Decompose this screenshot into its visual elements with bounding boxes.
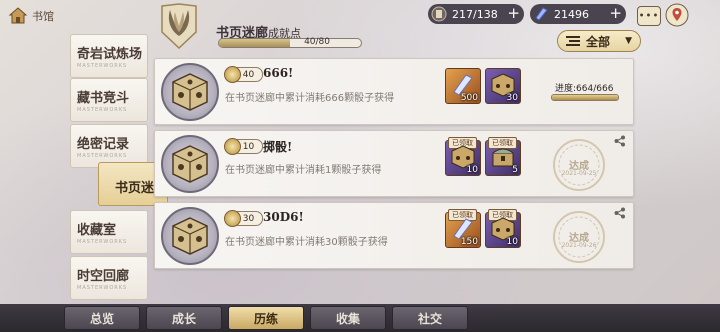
stamina-icon bbox=[431, 6, 447, 22]
home-button[interactable]: 书馆 bbox=[8, 4, 58, 28]
achievement-card[interactable]: 10 掷骰! 在书页迷廊中累计消耗1颗骰子获得 已领取 10 已领取 5 达成 … bbox=[154, 130, 634, 197]
progress-bar bbox=[551, 94, 619, 101]
sidebar-item-label: 奇岩试炼场 bbox=[77, 47, 143, 62]
reward-qty: 150 bbox=[460, 237, 478, 247]
coin-icon bbox=[224, 210, 241, 227]
reward-qty: 30 bbox=[506, 93, 518, 103]
completed-stamp: 达成 2021-09-25 bbox=[551, 137, 607, 193]
stamina-counter[interactable]: 217/138 + bbox=[428, 4, 524, 24]
sidebar-item-collection[interactable]: 收藏室 MASTERWORKS bbox=[70, 210, 148, 254]
progress-label: 进度:664/666 bbox=[555, 84, 614, 94]
reward-qty: 10 bbox=[506, 237, 518, 247]
add-stamina-icon[interactable]: + bbox=[507, 5, 520, 21]
filter-dropdown[interactable]: 全部 ▼ bbox=[557, 30, 641, 52]
tab-social[interactable]: 社交 bbox=[392, 306, 468, 330]
achievement-desc: 在书页迷廊中累计消耗1颗骰子获得 bbox=[225, 165, 382, 176]
chat-button[interactable]: ••• bbox=[637, 6, 661, 26]
chevron-down-icon: ▼ bbox=[625, 36, 632, 46]
sidebar-item-sub: MASTERWORKS bbox=[77, 153, 128, 159]
achievement-name: 掷骰! bbox=[263, 140, 293, 154]
achievement-name: 30D6! bbox=[263, 210, 304, 224]
sidebar-item-sub: MASTERWORKS bbox=[77, 285, 128, 291]
add-crystal-icon[interactable]: + bbox=[609, 5, 622, 21]
reward-item[interactable]: 已领取 150 bbox=[445, 209, 481, 248]
sidebar-item-corridor[interactable]: 时空回廊 MASTERWORKS bbox=[70, 256, 148, 300]
points-badge: 10 bbox=[224, 138, 263, 155]
achievement-badge bbox=[161, 63, 219, 121]
sidebar-item-sub: MASTERWORKS bbox=[77, 107, 128, 113]
share-icon[interactable] bbox=[614, 135, 626, 147]
list-icon bbox=[566, 36, 580, 46]
sidebar-item-sub: MASTERWORKS bbox=[77, 239, 128, 245]
house-icon bbox=[8, 7, 28, 24]
crystal-icon bbox=[535, 7, 548, 21]
sidebar-item-label: 收藏室 bbox=[77, 223, 117, 238]
achievement-badge bbox=[161, 207, 219, 265]
achievement-desc: 在书页迷廊中累计消耗30颗骰子获得 bbox=[225, 237, 388, 248]
reward-item[interactable]: 已领取 10 bbox=[445, 137, 481, 176]
ellipsis-icon: ••• bbox=[638, 10, 660, 22]
points-badge: 40 bbox=[224, 66, 263, 83]
achievement-name: 666! bbox=[263, 66, 294, 80]
reward-qty: 10 bbox=[466, 165, 478, 175]
share-icon[interactable] bbox=[614, 207, 626, 219]
points-badge: 30 bbox=[224, 210, 263, 227]
crystal-value: 21496 bbox=[554, 7, 589, 21]
tab-overview[interactable]: 总览 bbox=[64, 306, 140, 330]
reward-item[interactable]: 30 bbox=[485, 68, 521, 104]
sidebar-item-label: 时空回廊 bbox=[77, 269, 130, 284]
reward-item[interactable]: 500 bbox=[445, 68, 481, 104]
achievement-card[interactable]: 40 666! 在书页迷廊中累计消耗666颗骰子获得 500 30 进度:664… bbox=[154, 58, 634, 125]
filter-label: 全部 bbox=[586, 34, 611, 49]
dice-icon bbox=[172, 145, 208, 183]
sidebar-item-arena[interactable]: 藏书竞斗 MASTERWORKS bbox=[70, 78, 148, 122]
tab-growth[interactable]: 成长 bbox=[146, 306, 222, 330]
reward-qty: 5 bbox=[512, 165, 518, 175]
reward-item[interactable]: 已领取 10 bbox=[485, 209, 521, 248]
achievement-desc: 在书页迷廊中累计消耗666颗骰子获得 bbox=[225, 93, 395, 104]
coin-icon bbox=[224, 138, 241, 155]
sidebar-item-sub: MASTERWORKS bbox=[77, 63, 128, 69]
stamina-value: 217/138 bbox=[452, 7, 498, 21]
sidebar-item-label: 藏书竞斗 bbox=[77, 91, 130, 106]
location-pin-icon[interactable] bbox=[665, 3, 689, 27]
home-label: 书馆 bbox=[32, 10, 54, 23]
reward-qty: 500 bbox=[460, 93, 478, 103]
tab-trials[interactable]: 历练 bbox=[228, 306, 304, 330]
dice-icon bbox=[172, 73, 208, 111]
completed-stamp: 达成 2021-09-26 bbox=[551, 209, 607, 265]
reward-item[interactable]: 已领取 5 bbox=[485, 137, 521, 176]
achievement-badge bbox=[161, 135, 219, 193]
dice-icon bbox=[172, 217, 208, 255]
achievement-card[interactable]: 30 30D6! 在书页迷廊中累计消耗30颗骰子获得 已领取 150 已领取 1… bbox=[154, 202, 634, 269]
achievement-points-text: 40/80 bbox=[304, 37, 330, 47]
sidebar-item-label: 绝密记录 bbox=[77, 137, 130, 152]
crystal-counter[interactable]: 21496 + bbox=[530, 4, 626, 24]
tab-collection[interactable]: 收集 bbox=[310, 306, 386, 330]
sidebar-item-trial[interactable]: 奇岩试炼场 MASTERWORKS bbox=[70, 34, 148, 78]
wings-emblem-icon bbox=[161, 3, 197, 50]
coin-icon bbox=[224, 66, 241, 83]
